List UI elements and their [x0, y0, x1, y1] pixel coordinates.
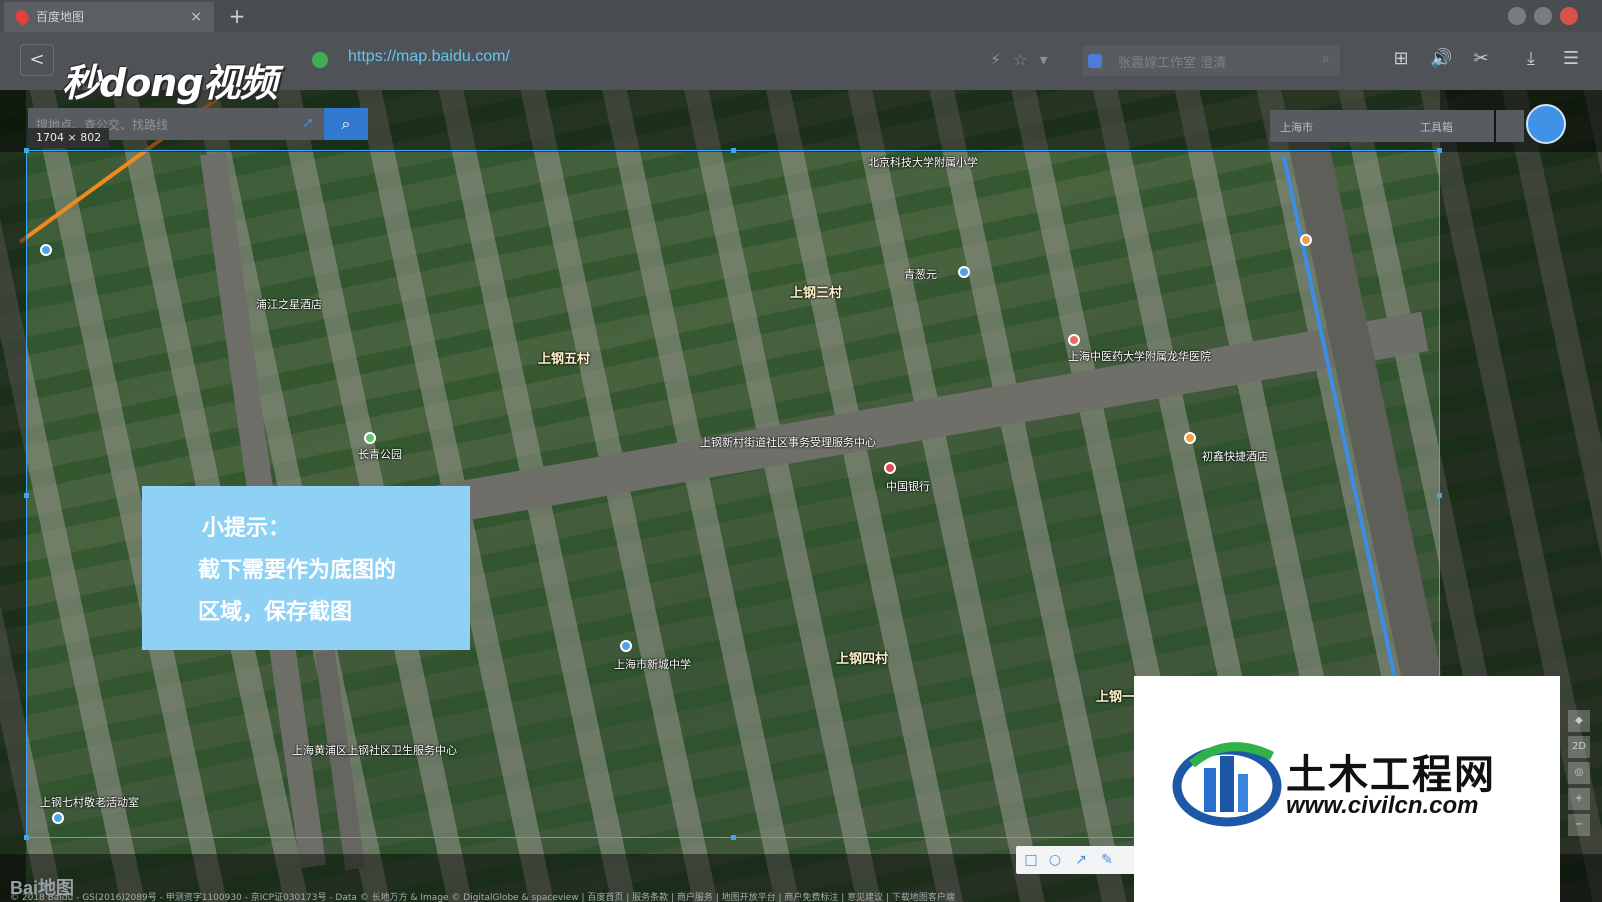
video-watermark-logo: 秒dong视频 [62, 61, 278, 105]
locate-icon[interactable]: ◎ [1568, 762, 1590, 784]
route-icon[interactable]: ➚ [302, 115, 314, 131]
browser-search-input[interactable]: 张震嫁工作室 澄清 ⌕ [1082, 46, 1340, 76]
tip-text: 区域，保存截图 [198, 600, 353, 625]
zoom-in-button[interactable]: + [1568, 788, 1590, 810]
extensions-icon[interactable]: ⊞ [1390, 48, 1412, 70]
scissors-icon[interactable]: ✂ [1470, 48, 1492, 70]
resize-handle[interactable] [731, 148, 736, 153]
window-close-button[interactable] [1560, 7, 1578, 25]
tip-title: 小提示： [202, 516, 291, 541]
screenshot-dim-overlay [0, 90, 26, 902]
baidu-map-favicon-icon [12, 7, 32, 27]
resize-handle[interactable] [24, 493, 29, 498]
arrow-tool-icon[interactable]: ↗ [1072, 851, 1090, 869]
user-avatar[interactable] [1526, 104, 1566, 144]
civilcn-url: www.civilcn.com [1286, 792, 1479, 819]
copyright-text: © 2018 Baidu - GS(2016)2089号 - 甲测资字11009… [10, 893, 955, 902]
2d-toggle[interactable]: 2D [1568, 736, 1590, 758]
map-search-button[interactable]: ⌕ [324, 108, 368, 140]
snip-toolbar: □ ○ ↗ ✎ [1016, 846, 1146, 874]
secure-shield-icon [312, 52, 328, 68]
pen-tool-icon[interactable]: ✎ [1098, 851, 1116, 869]
download-icon[interactable]: ⤓ [1520, 48, 1542, 70]
resize-handle[interactable] [24, 148, 29, 153]
resize-handle[interactable] [24, 835, 29, 840]
search-placeholder: 张震嫁工作室 澄清 [1118, 56, 1227, 71]
zoom-out-button[interactable]: − [1568, 814, 1590, 836]
map-controls: ◆ 2D ◎ + − [1568, 710, 1592, 850]
rectangle-tool-icon[interactable]: □ [1022, 851, 1040, 869]
browser-tab[interactable]: 百度地图 × [4, 2, 214, 32]
tab-bar: 百度地图 × + [0, 0, 1602, 32]
selection-size-label: 1704 × 802 [28, 128, 110, 148]
ellipse-tool-icon[interactable]: ○ [1046, 851, 1064, 869]
menu-icon[interactable]: ☰ [1560, 48, 1582, 70]
new-tab-button[interactable]: + [222, 2, 252, 30]
tip-box: 小提示： 截下需要作为底图的 区域，保存截图 [142, 486, 470, 650]
civilcn-logo-icon [1172, 742, 1282, 827]
city-selector[interactable]: 上海市 [1280, 119, 1313, 135]
url-field[interactable]: https://map.baidu.com/ [348, 48, 510, 66]
sound-icon[interactable]: 🔊 [1430, 48, 1452, 70]
search-icon[interactable]: ⌕ [1322, 51, 1330, 67]
minimize-button[interactable] [1508, 7, 1526, 25]
map-toolbar: 上海市 工具箱 [1270, 110, 1494, 142]
maximize-button[interactable] [1534, 7, 1552, 25]
resize-handle[interactable] [731, 835, 736, 840]
back-button[interactable]: < [20, 44, 54, 76]
toolbox-button[interactable]: 工具箱 [1420, 119, 1453, 135]
bookmark-star-icon[interactable]: ⚡☆▾ [990, 50, 1060, 69]
compass-icon[interactable]: ◆ [1568, 710, 1590, 732]
tip-text: 截下需要作为底图的 [198, 558, 397, 583]
panorama-icon[interactable] [1496, 110, 1524, 142]
resize-handle[interactable] [1437, 493, 1442, 498]
tab-title: 百度地图 [36, 10, 85, 24]
search-engine-icon[interactable] [1088, 54, 1102, 68]
civilcn-watermark: 土木工程网 www.civilcn.com [1134, 676, 1560, 902]
close-tab-icon[interactable]: × [190, 2, 202, 32]
resize-handle[interactable] [1437, 148, 1442, 153]
